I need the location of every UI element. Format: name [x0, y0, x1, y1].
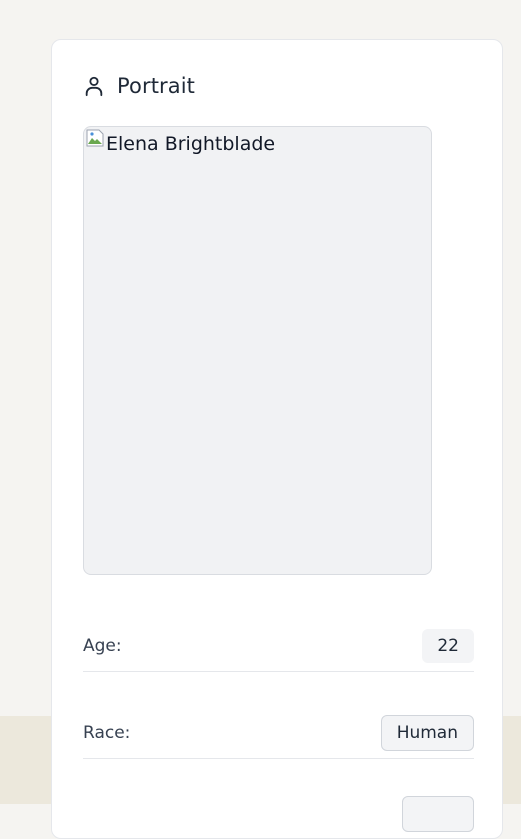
race-label: Race: [83, 722, 131, 743]
portrait-image: Elena Brightblade [83, 126, 432, 575]
age-row: Age: 22 [83, 620, 474, 672]
age-label: Age: [83, 635, 122, 656]
race-value: Human [380, 714, 474, 751]
broken-image-placeholder: Elena Brightblade [86, 129, 275, 156]
image-alt-text: Elena Brightblade [106, 133, 276, 155]
race-row: Race: Human [83, 707, 474, 759]
next-stat-value [402, 796, 474, 832]
card-title: Portrait [117, 74, 196, 98]
user-icon [85, 76, 103, 97]
portrait-card: Portrait Elena Brightblade Age: 22 Race:… [51, 39, 503, 839]
card-header: Portrait [83, 74, 195, 98]
broken-image-icon [86, 129, 104, 147]
age-value: 22 [422, 628, 474, 663]
next-stat-row [83, 794, 474, 834]
